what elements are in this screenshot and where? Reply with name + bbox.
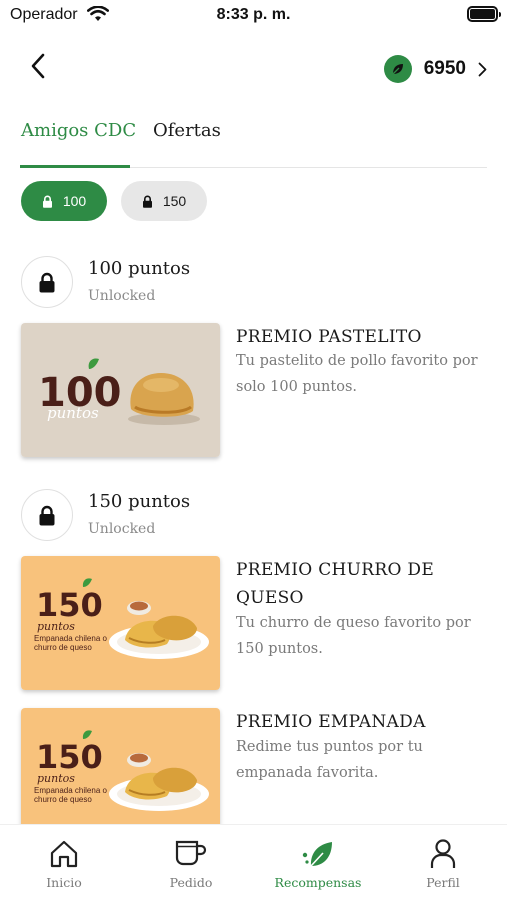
- tier-lock-badge: [21, 256, 73, 308]
- filter-chip-100[interactable]: 100: [21, 181, 107, 221]
- bottom-navigation: Inicio Pedido Recompensas Perfil: [0, 824, 507, 900]
- nav-label: Perfil: [426, 875, 460, 890]
- tab-amigos-cdc[interactable]: Amigos CDC: [21, 120, 136, 141]
- clock: 8:33 p. m.: [216, 6, 291, 23]
- points-balance-button[interactable]: 6950: [383, 54, 487, 84]
- tier-title: 150 puntos: [88, 491, 191, 512]
- battery-icon: [467, 6, 501, 22]
- tab-ofertas[interactable]: Ofertas: [153, 120, 221, 141]
- nav-label: Inicio: [46, 875, 82, 890]
- reward-image: 150 puntos Empanada chilena o churro de …: [21, 708, 220, 842]
- reward-image-number: 150: [36, 586, 103, 624]
- back-button[interactable]: [20, 48, 56, 84]
- nav-item-recompensas[interactable]: Recompensas: [263, 837, 373, 890]
- tier-status: Unlocked: [88, 521, 156, 537]
- reward-title: PREMIO EMPANADA: [236, 712, 426, 732]
- reward-image-caption: Empanada chilena o churro de queso: [34, 786, 107, 804]
- tier-header-100: 100 puntos Unlocked: [21, 256, 481, 312]
- tier-title: 100 puntos: [88, 258, 191, 279]
- home-icon: [50, 840, 78, 868]
- leaf-icon: [302, 842, 332, 867]
- nav-item-pedido[interactable]: Pedido: [136, 837, 246, 890]
- reward-image-word: puntos: [47, 404, 99, 422]
- filter-chip-label: 100: [62, 193, 87, 209]
- reward-description: Tu pastelito de pollo favorito por solo …: [236, 353, 478, 395]
- points-badge: [383, 55, 412, 83]
- reward-image-word: puntos: [37, 620, 75, 633]
- reward-description: Redime tus puntos por tu empanada favori…: [236, 739, 423, 781]
- filter-chip-label: 150: [162, 193, 187, 209]
- points-value: 6950: [423, 58, 466, 79]
- reward-image-word: puntos: [37, 772, 75, 785]
- tab-indicator: [20, 165, 130, 168]
- chevron-right-icon: [478, 62, 487, 76]
- lock-icon: [42, 195, 52, 208]
- lock-icon: [39, 272, 55, 292]
- user-icon: [430, 839, 456, 868]
- cup-icon: [175, 840, 207, 866]
- reward-title: PREMIO CHURRO DE QUESO: [236, 560, 435, 608]
- reward-description: Tu churro de queso favorito por 150 punt…: [236, 615, 471, 657]
- nav-item-perfil[interactable]: Perfil: [388, 837, 498, 890]
- reward-image: 150 puntos Empanada chilena o churro de …: [21, 556, 220, 690]
- chevron-left-icon: [31, 53, 45, 79]
- tier-status: Unlocked: [88, 288, 156, 304]
- reward-image-caption: Empanada chilena o churro de queso: [34, 634, 107, 652]
- tab-bar: Amigos CDC Ofertas: [20, 116, 487, 168]
- lock-icon: [142, 195, 152, 208]
- nav-label: Pedido: [169, 875, 213, 890]
- filter-chip-150[interactable]: 150: [121, 181, 207, 221]
- tier-header-150: 150 puntos Unlocked: [21, 489, 481, 545]
- reward-title: PREMIO PASTELITO: [236, 327, 422, 347]
- tier-lock-badge: [21, 489, 73, 541]
- nav-item-inicio[interactable]: Inicio: [9, 837, 119, 890]
- status-bar: Operador 8:33 p. m.: [0, 0, 507, 30]
- nav-label: Recompensas: [274, 875, 362, 890]
- lock-icon: [39, 505, 55, 525]
- reward-image: 100 puntos: [21, 323, 220, 457]
- reward-image-number: 150: [36, 738, 103, 776]
- leaf-icon: [392, 64, 403, 75]
